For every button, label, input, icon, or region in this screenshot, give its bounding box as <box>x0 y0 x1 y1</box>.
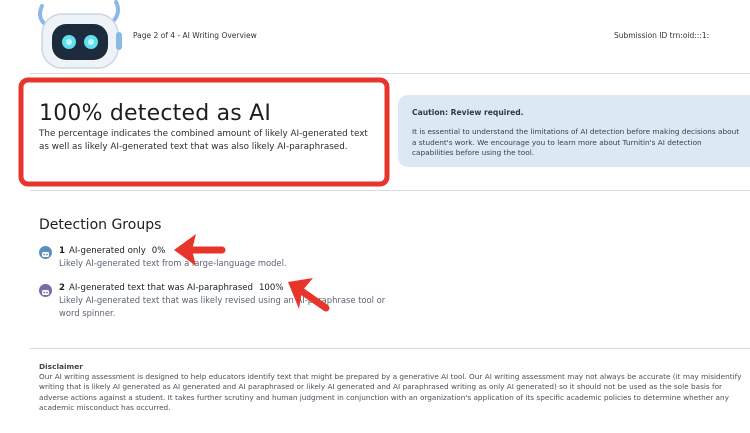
group-2-row: 2 AI-generated text that was AI-paraphras… <box>59 283 284 293</box>
submission-id: Submission ID trn:oid:::1: <box>614 31 710 40</box>
group-1-label: AI-generated only <box>68 246 146 256</box>
group-2-percent: 100% <box>258 283 284 293</box>
section-divider <box>30 190 750 191</box>
score-description: The percentage indicates the combined am… <box>39 129 368 152</box>
group-1-description: Likely AI-generated text from a large-la… <box>59 258 287 268</box>
group-2-number: 2 <box>59 283 65 293</box>
disclaimer-body: Our AI writing assessment is designed to… <box>39 372 742 412</box>
disclaimer-divider <box>30 348 750 349</box>
caution-title: Caution: Review required. <box>412 108 524 117</box>
robot-icon <box>39 246 52 259</box>
group-1-number: 1 <box>59 246 65 256</box>
group-2-label: AI-generated text that was AI-paraphrase… <box>68 283 253 293</box>
group-1-percent: 0% <box>151 246 166 256</box>
group-1-row: 1 AI-generated only 0% <box>59 246 165 256</box>
ai-detection-score: 100% detected as AI <box>39 101 272 126</box>
disclaimer-title: Disclaimer <box>39 362 83 371</box>
page-indicator: Page 2 of 4 - AI Writing Overview <box>133 31 257 40</box>
header-divider <box>30 73 750 74</box>
detection-groups-title: Detection Groups <box>39 217 162 233</box>
paraphrase-robot-icon <box>39 284 52 297</box>
robot-mascot-logo <box>38 0 122 69</box>
group-2-description: Likely AI-generated text that was likely… <box>59 295 386 318</box>
caution-body: It is essential to understand the limita… <box>412 127 740 157</box>
